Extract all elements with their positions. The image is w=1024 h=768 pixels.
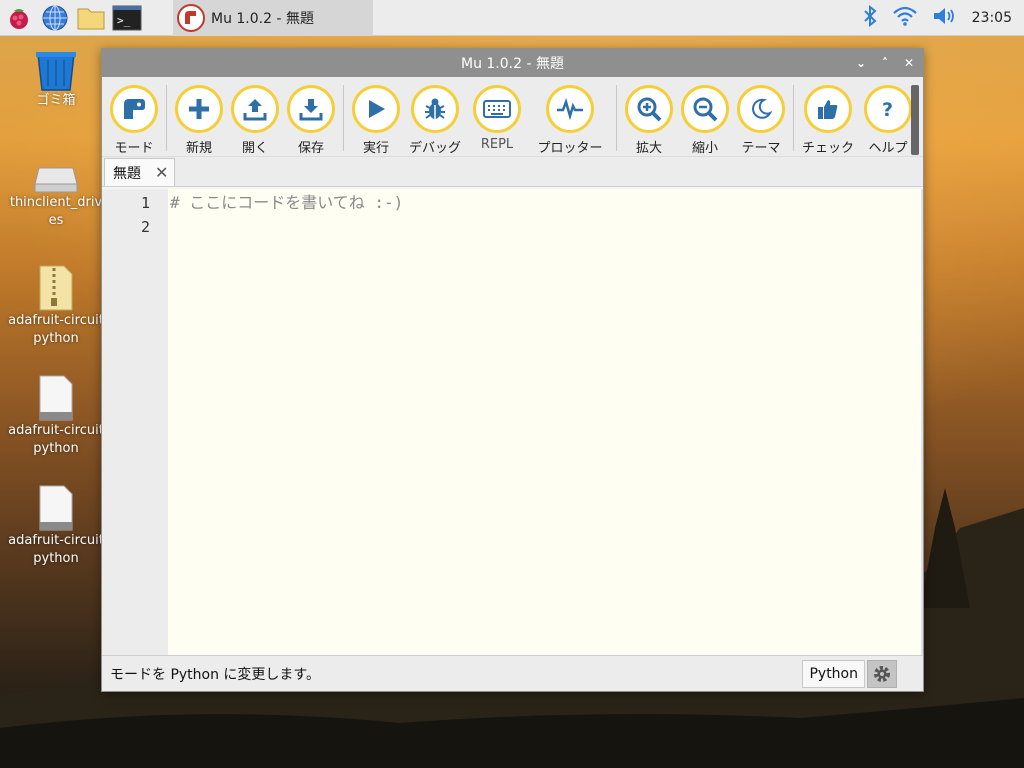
line-number: 1 xyxy=(140,194,150,212)
debug-button[interactable]: デバッグ xyxy=(404,77,466,156)
gear-icon xyxy=(874,666,890,682)
mode-indicator-button[interactable]: Python xyxy=(802,660,865,688)
plus-icon xyxy=(189,99,209,119)
new-button[interactable]: 新規 xyxy=(171,77,227,156)
toolbar-separator xyxy=(616,85,617,151)
web-browser-icon[interactable] xyxy=(38,1,72,35)
desktop-item-label: adafruit-circuitpython xyxy=(8,533,104,566)
toolbar-separator xyxy=(793,85,794,151)
desktop-item-trash[interactable]: ゴミ箱 xyxy=(0,50,112,110)
desktop-item-drive[interactable]: thinclient_drives xyxy=(0,164,112,230)
editor-scrollbar[interactable] xyxy=(921,189,923,657)
wifi-icon[interactable] xyxy=(892,5,918,31)
tool-label: デバッグ xyxy=(408,141,461,156)
tool-label: チェック xyxy=(801,141,854,156)
repl-button[interactable]: REPL xyxy=(466,77,528,152)
tool-label: 縮小 xyxy=(691,141,718,156)
tool-label: REPL xyxy=(480,137,514,152)
maximize-button[interactable]: ˄ xyxy=(879,56,891,70)
tab-untitled[interactable]: 無題 ✕ xyxy=(104,158,176,186)
taskbar-task-title: Mu 1.0.2 - 無題 xyxy=(211,11,314,27)
file-manager-icon[interactable] xyxy=(74,1,108,35)
desktop-item-zip[interactable]: adafruit-circuitpython xyxy=(0,264,112,348)
zip-file-icon xyxy=(39,265,73,311)
svg-text:>_: >_ xyxy=(117,14,131,27)
upload-icon xyxy=(243,99,267,121)
tool-label: 保存 xyxy=(297,141,324,156)
thumbs-up-icon xyxy=(818,100,838,119)
tab-bar: 無題 ✕ xyxy=(102,157,923,187)
keyboard-icon xyxy=(483,100,511,118)
zoom-in-icon xyxy=(637,97,662,122)
drive-icon xyxy=(34,167,78,193)
window-titlebar[interactable]: Mu 1.0.2 - 無題 ⌄ ˄ ✕ xyxy=(102,49,923,77)
download-icon xyxy=(299,99,323,121)
line-number: 2 xyxy=(140,218,150,236)
check-button[interactable]: チェック xyxy=(798,77,858,156)
tab-close-icon[interactable]: ✕ xyxy=(155,163,168,182)
taskbar-task-mu[interactable]: Mu 1.0.2 - 無題 xyxy=(173,0,373,36)
toolbar-scrollbar[interactable] xyxy=(911,85,919,155)
close-button[interactable]: ✕ xyxy=(903,56,915,70)
toolbar-separator xyxy=(343,85,344,151)
desktop-item-label: adafruit-circuitpython xyxy=(8,313,104,346)
desktop-item-file-2[interactable]: adafruit-circuitpython xyxy=(0,484,112,568)
mode-button[interactable]: モード xyxy=(106,77,162,156)
tab-label: 無題 xyxy=(113,165,141,182)
tool-label: 実行 xyxy=(362,141,389,156)
tool-label: 開く xyxy=(241,141,268,156)
raspberry-menu-icon[interactable] xyxy=(2,1,36,35)
play-icon xyxy=(369,100,385,118)
bug-icon xyxy=(425,98,445,119)
tool-label: プロッター xyxy=(537,141,603,156)
moon-icon xyxy=(752,98,773,119)
mu-app-icon xyxy=(177,4,205,32)
tool-label: テーマ xyxy=(741,141,781,156)
code-editor[interactable]: 1 2 # ここにコードを書いてね :-) xyxy=(102,189,923,657)
minimize-button[interactable]: ⌄ xyxy=(855,56,867,70)
status-message: モードを Python に変更します。 xyxy=(110,666,321,683)
tool-label: モード xyxy=(114,141,154,156)
desktop-item-file-1[interactable]: adafruit-circuitpython xyxy=(0,374,112,458)
mode-icon xyxy=(124,99,145,119)
toolbar: モード 新規 開く 保存 実行 デバッグ REPL プロッター 拡大 縮小 テー… xyxy=(102,77,923,157)
terminal-icon[interactable]: >_ xyxy=(110,1,144,35)
clock[interactable]: 23:05 xyxy=(972,10,1012,26)
zoom-out-button[interactable]: 縮小 xyxy=(677,77,733,156)
status-bar: モードを Python に変更します。 Python xyxy=(102,655,923,691)
taskbar: >_ Mu 1.0.2 - 無題 23:05 xyxy=(0,0,1024,36)
tool-label: 拡大 xyxy=(635,141,662,156)
desktop-item-label: ゴミ箱 xyxy=(36,93,76,108)
code-area[interactable]: # ここにコードを書いてね :-) xyxy=(168,189,923,657)
mu-window: Mu 1.0.2 - 無題 ⌄ ˄ ✕ モード 新規 開く 保存 実行 デバッグ… xyxy=(101,48,924,692)
theme-button[interactable]: テーマ xyxy=(733,77,789,156)
settings-button[interactable] xyxy=(867,660,897,688)
file-icon xyxy=(39,375,73,421)
plotter-button[interactable]: プロッター xyxy=(528,77,612,156)
volume-icon[interactable] xyxy=(932,5,958,31)
open-button[interactable]: 開く xyxy=(227,77,283,156)
svg-text:?: ? xyxy=(882,99,893,121)
code-line: # ここにコードを書いてね :-) xyxy=(170,193,404,212)
run-button[interactable]: 実行 xyxy=(348,77,404,156)
save-button[interactable]: 保存 xyxy=(283,77,339,156)
window-title: Mu 1.0.2 - 無題 xyxy=(461,56,564,72)
help-icon: ? xyxy=(882,99,893,121)
tool-label: 新規 xyxy=(185,141,212,156)
desktop-item-label: thinclient_drives xyxy=(9,195,103,228)
zoom-out-icon xyxy=(693,97,718,122)
toolbar-separator xyxy=(166,85,167,151)
file-icon xyxy=(39,485,73,531)
zoom-in-button[interactable]: 拡大 xyxy=(621,77,677,156)
bluetooth-icon[interactable] xyxy=(862,4,878,31)
pulse-icon xyxy=(557,98,583,120)
help-button[interactable]: ? ヘルプ xyxy=(858,77,918,156)
tool-label: ヘルプ xyxy=(868,141,908,156)
trash-icon xyxy=(36,52,76,91)
desktop-item-label: adafruit-circuitpython xyxy=(8,423,104,456)
line-number-gutter: 1 2 xyxy=(102,189,168,657)
